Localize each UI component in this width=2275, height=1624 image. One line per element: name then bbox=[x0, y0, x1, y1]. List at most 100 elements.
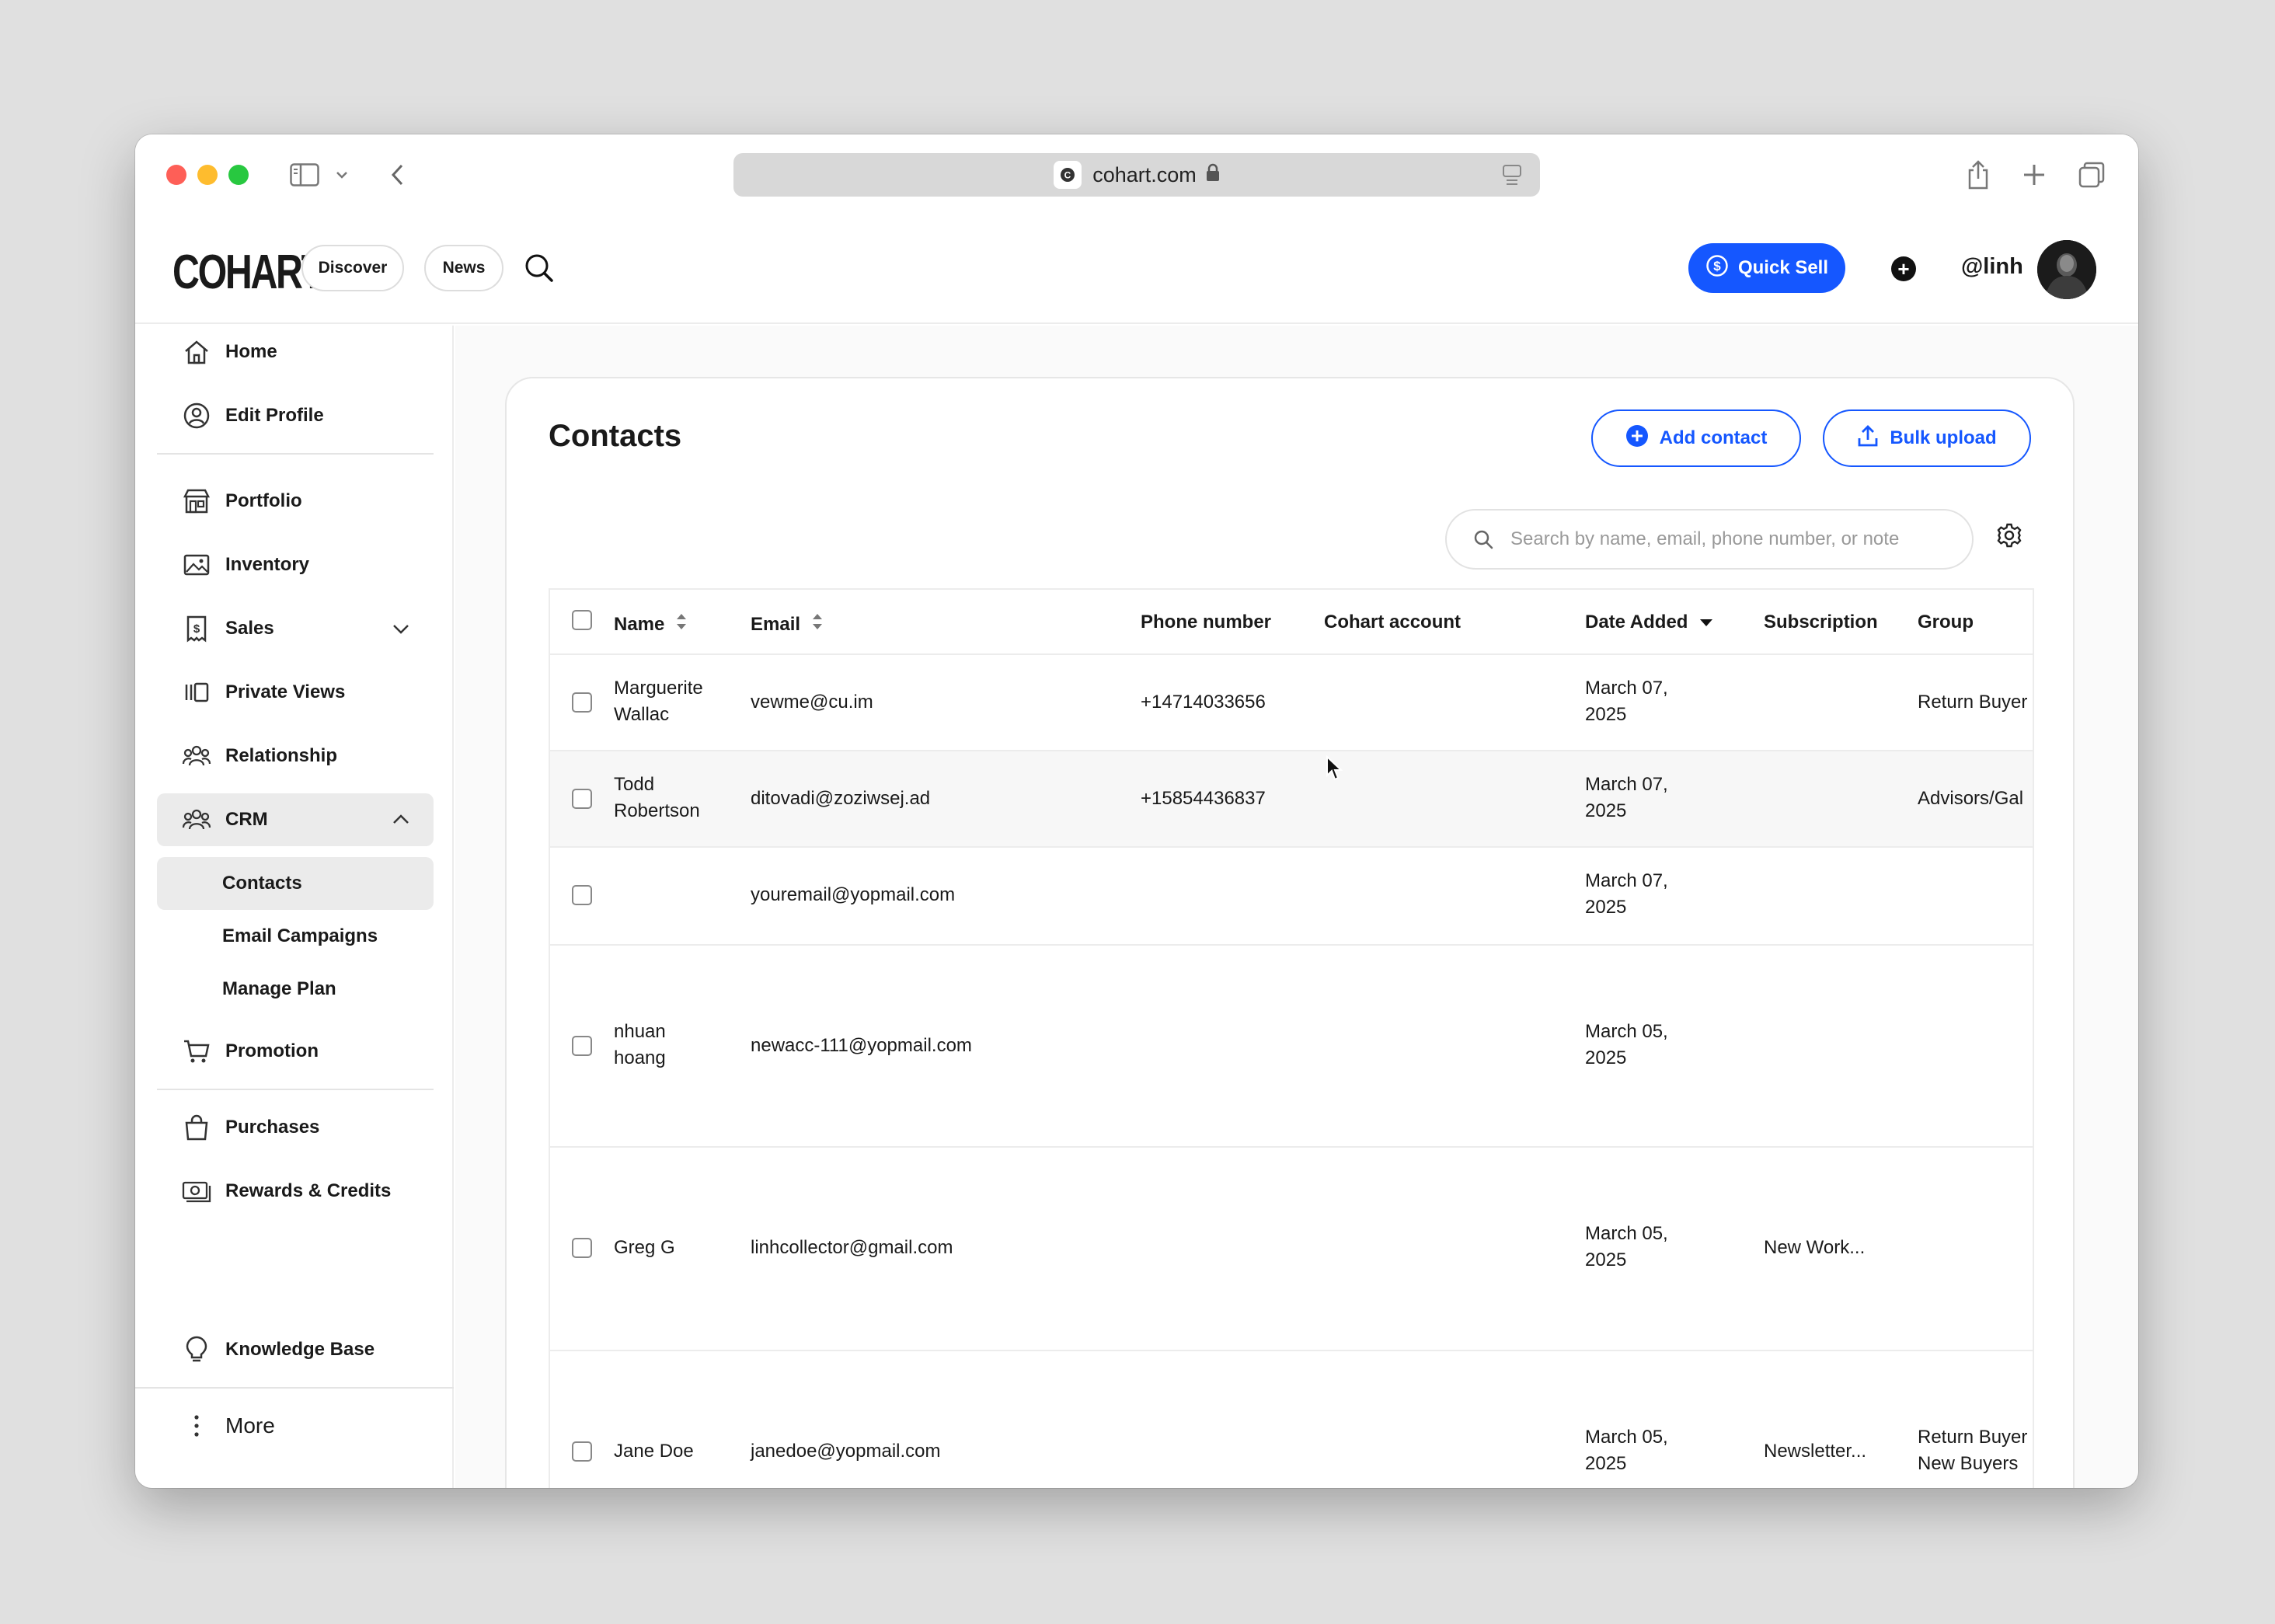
discover-button[interactable]: Discover bbox=[301, 245, 404, 291]
sidebar-item-relationship[interactable]: Relationship bbox=[157, 730, 434, 782]
svg-text:$: $ bbox=[193, 622, 200, 636]
close-window-button[interactable] bbox=[166, 165, 186, 185]
gear-icon[interactable] bbox=[1995, 521, 2023, 553]
main-content: Contacts Add contact Bulk upload Search … bbox=[455, 326, 2138, 1488]
sidebar-item-knowledge-base[interactable]: Knowledge Base bbox=[157, 1323, 434, 1376]
contact-date: March 05, 2025 bbox=[1585, 1021, 1668, 1068]
table-row[interactable]: Marguerite Wallac vewme@cu.im +1471403365… bbox=[550, 655, 2033, 751]
private-views-icon bbox=[182, 678, 211, 707]
column-name[interactable]: Name bbox=[614, 612, 688, 637]
sidebar-item-email-campaigns[interactable]: Email Campaigns bbox=[157, 910, 434, 963]
minimize-window-button[interactable] bbox=[197, 165, 218, 185]
contacts-card: Contacts Add contact Bulk upload Search … bbox=[505, 377, 2075, 1488]
sidebar-divider bbox=[157, 1089, 434, 1090]
cohart-logo[interactable]: COHART bbox=[172, 249, 324, 297]
sidebar-item-label: Rewards & Credits bbox=[225, 1180, 392, 1201]
row-checkbox[interactable] bbox=[572, 885, 592, 905]
sort-icon[interactable] bbox=[675, 612, 688, 637]
contacts-search-input[interactable]: Search by name, email, phone number, or … bbox=[1445, 509, 1974, 570]
create-plus-icon[interactable]: + bbox=[1891, 256, 1916, 281]
table-row[interactable]: Todd Robertson ditovadi@zoziwsej.ad +1585… bbox=[550, 751, 2033, 848]
contact-date: March 07, 2025 bbox=[1585, 774, 1668, 821]
sidebar-item-label: Relationship bbox=[225, 745, 338, 766]
table-header: Name Email Phone number Cohart account D… bbox=[550, 590, 2033, 655]
table-row[interactable]: Greg G linhcollector@gmail.com March 05,… bbox=[550, 1148, 2033, 1351]
table-row[interactable]: nhuan hoang newacc-111@yopmail.com March … bbox=[550, 946, 2033, 1148]
row-checkbox[interactable] bbox=[572, 692, 592, 713]
column-group[interactable]: Group bbox=[1918, 612, 1974, 633]
contact-email: vewme@cu.im bbox=[751, 692, 873, 713]
home-icon bbox=[182, 337, 211, 367]
people-icon bbox=[182, 741, 211, 771]
back-arrow-icon[interactable] bbox=[385, 158, 409, 192]
column-date-added[interactable]: Date Added bbox=[1585, 612, 1714, 633]
column-email[interactable]: Email bbox=[751, 612, 824, 637]
storefront-icon bbox=[182, 486, 211, 516]
sidebar-item-label: Knowledge Base bbox=[225, 1339, 375, 1360]
sidebar-item-manage-plan[interactable]: Manage Plan bbox=[157, 963, 434, 1016]
column-phone[interactable]: Phone number bbox=[1141, 612, 1271, 633]
add-contact-label: Add contact bbox=[1659, 427, 1768, 448]
contact-group: Return Buyer New Buyers bbox=[1918, 1427, 2028, 1474]
bulk-upload-button[interactable]: Bulk upload bbox=[1823, 409, 2031, 467]
reader-mode-icon[interactable] bbox=[1501, 163, 1523, 192]
sidebar-item-promotion[interactable]: Promotion bbox=[157, 1025, 434, 1078]
sidebar-item-more[interactable]: More bbox=[157, 1399, 434, 1452]
address-bar[interactable]: C cohart.com bbox=[733, 153, 1540, 197]
sidebar-item-portfolio[interactable]: Portfolio bbox=[157, 475, 434, 528]
sidebar-item-home[interactable]: Home bbox=[157, 326, 434, 378]
sidebar-item-private-views[interactable]: Private Views bbox=[157, 666, 434, 719]
contact-name: nhuan hoang bbox=[614, 1021, 666, 1068]
sidebar-item-label: Private Views bbox=[225, 681, 346, 702]
row-checkbox[interactable] bbox=[572, 1238, 592, 1258]
column-subscription[interactable]: Subscription bbox=[1764, 612, 1878, 633]
news-button[interactable]: News bbox=[424, 245, 503, 291]
tab-overview-icon[interactable] bbox=[2076, 158, 2107, 192]
sidebar-item-label: Edit Profile bbox=[225, 405, 324, 426]
contact-email: janedoe@yopmail.com bbox=[751, 1441, 941, 1462]
contact-subscription: Newsletter... bbox=[1764, 1441, 1867, 1462]
column-label: Name bbox=[614, 613, 665, 635]
column-cohart-account[interactable]: Cohart account bbox=[1324, 612, 1461, 633]
table-row[interactable]: Jane Doe janedoe@yopmail.com March 05, 20… bbox=[550, 1351, 2033, 1488]
sidebar-item-sales[interactable]: $ Sales bbox=[157, 602, 434, 655]
table-row[interactable]: youremail@yopmail.com March 07, 2025 bbox=[550, 848, 2033, 946]
money-icon bbox=[182, 1176, 211, 1206]
sidebar-item-crm[interactable]: CRM bbox=[157, 793, 434, 846]
sidebar-item-label: Purchases bbox=[225, 1117, 320, 1138]
contact-date: March 05, 2025 bbox=[1585, 1427, 1668, 1474]
share-icon[interactable] bbox=[1963, 158, 1994, 192]
sidebar-item-rewards[interactable]: Rewards & Credits bbox=[157, 1165, 434, 1218]
svg-text:C: C bbox=[1064, 170, 1071, 181]
sidebar-item-purchases[interactable]: Purchases bbox=[157, 1101, 434, 1154]
sidebar-item-inventory[interactable]: Inventory bbox=[157, 538, 434, 591]
add-contact-button[interactable]: Add contact bbox=[1591, 409, 1801, 467]
sidebar-toggle-icon[interactable] bbox=[287, 158, 322, 192]
chevron-up-icon[interactable] bbox=[390, 809, 412, 836]
row-checkbox[interactable] bbox=[572, 1441, 592, 1462]
user-circle-icon bbox=[182, 401, 211, 430]
select-all-checkbox[interactable] bbox=[572, 610, 592, 630]
sidebar-divider bbox=[135, 1387, 454, 1389]
browser-titlebar: C cohart.com bbox=[135, 134, 2138, 215]
sidebar-item-edit-profile[interactable]: Edit Profile bbox=[157, 389, 434, 442]
sidebar-item-contacts[interactable]: Contacts bbox=[157, 857, 434, 910]
new-tab-icon[interactable] bbox=[2019, 158, 2050, 192]
contact-name: Jane Doe bbox=[614, 1441, 694, 1462]
chevron-down-icon[interactable] bbox=[333, 158, 351, 192]
row-checkbox[interactable] bbox=[572, 789, 592, 809]
contact-group: Return Buyer bbox=[1918, 692, 2028, 713]
page-title: Contacts bbox=[549, 419, 682, 453]
username[interactable]: @linh bbox=[1961, 254, 2023, 280]
zoom-window-button[interactable] bbox=[228, 165, 249, 185]
sort-desc-icon[interactable] bbox=[1698, 612, 1714, 633]
sort-icon[interactable] bbox=[811, 612, 824, 637]
mouse-cursor-icon bbox=[1326, 754, 1343, 786]
avatar[interactable] bbox=[2037, 240, 2096, 299]
row-checkbox[interactable] bbox=[572, 1036, 592, 1056]
chevron-down-icon[interactable] bbox=[390, 618, 412, 645]
svg-text:$: $ bbox=[1713, 259, 1721, 274]
contact-name: Todd Robertson bbox=[614, 774, 700, 821]
quick-sell-button[interactable]: $ Quick Sell bbox=[1688, 243, 1845, 293]
search-icon[interactable] bbox=[524, 253, 555, 288]
